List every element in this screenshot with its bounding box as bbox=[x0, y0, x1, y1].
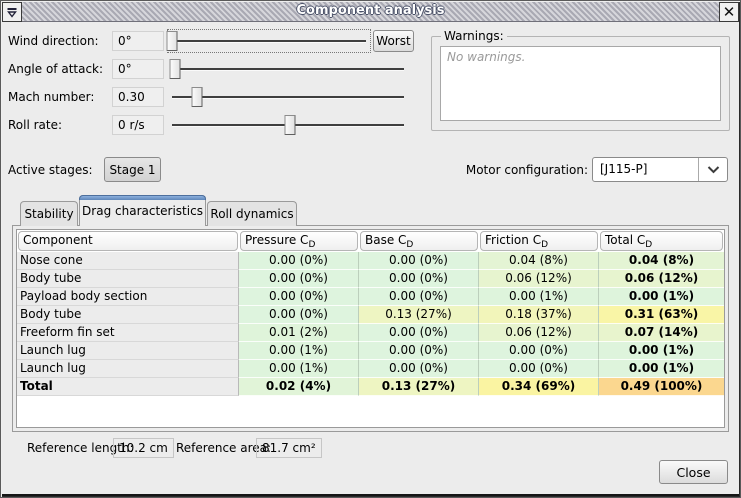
total-cd-cell: 0.04 (8%) bbox=[599, 252, 724, 270]
roll-rate-label: Roll rate: bbox=[8, 114, 62, 136]
component-name-cell: Launch lug bbox=[17, 342, 239, 360]
close-button[interactable]: Close bbox=[659, 460, 728, 484]
table-row[interactable]: Total 0.02 (4%) 0.13 (27%) 0.34 (69%) 0.… bbox=[17, 378, 724, 396]
pressure-cd-cell: 0.00 (1%) bbox=[239, 360, 359, 378]
friction-cd-cell: 0.00 (0%) bbox=[479, 360, 599, 378]
slider-thumb[interactable] bbox=[167, 31, 178, 51]
motor-configuration-value: [J115-P] bbox=[600, 158, 647, 181]
table-row[interactable]: Launch lug 0.00 (1%) 0.00 (0%) 0.00 (0%)… bbox=[17, 360, 724, 378]
total-cd-cell: 0.06 (12%) bbox=[599, 270, 724, 288]
motor-configuration-label: Motor configuration: bbox=[440, 158, 588, 182]
total-cd-cell: 0.31 (63%) bbox=[599, 306, 724, 324]
friction-cd-cell: 0.00 (0%) bbox=[479, 342, 599, 360]
close-icon: ✕ bbox=[723, 5, 736, 20]
drag-table-header: Component Pressure CD Base CD Friction C… bbox=[17, 230, 724, 252]
base-cd-cell: 0.00 (0%) bbox=[359, 324, 479, 342]
wind-direction-slider[interactable] bbox=[168, 30, 370, 52]
friction-cd-cell: 0.34 (69%) bbox=[479, 378, 599, 396]
tab-drag-characteristics-label: Drag characteristics bbox=[82, 204, 203, 218]
close-window-button[interactable]: ✕ bbox=[719, 2, 739, 22]
base-cd-cell: 0.00 (0%) bbox=[359, 270, 479, 288]
component-name-cell: Launch lug bbox=[17, 360, 239, 378]
worst-button[interactable]: Worst bbox=[373, 30, 414, 52]
angle-of-attack-slider[interactable] bbox=[168, 58, 408, 80]
slider-thumb[interactable] bbox=[191, 87, 202, 107]
header-total-cd[interactable]: Total CD bbox=[600, 231, 723, 251]
component-name-cell: Total bbox=[17, 378, 239, 396]
total-cd-cell: 0.00 (1%) bbox=[599, 288, 724, 306]
total-cd-cell: 0.49 (100%) bbox=[599, 378, 724, 396]
angle-of-attack-label: Angle of attack: bbox=[8, 58, 103, 80]
pressure-cd-cell: 0.02 (4%) bbox=[239, 378, 359, 396]
component-name-cell: Body tube bbox=[17, 306, 239, 324]
selected-tab-accent bbox=[79, 195, 206, 200]
table-row[interactable]: Body tube 0.00 (0%) 0.00 (0%) 0.06 (12%)… bbox=[17, 270, 724, 288]
slider-track bbox=[172, 68, 404, 70]
warnings-title: Warnings: bbox=[441, 29, 507, 43]
header-friction-cd[interactable]: Friction CD bbox=[480, 231, 598, 251]
header-component[interactable]: Component bbox=[18, 231, 238, 251]
window-title: Component analysis bbox=[2, 3, 739, 18]
table-row[interactable]: Payload body section 0.00 (0%) 0.00 (0%)… bbox=[17, 288, 724, 306]
no-warnings-text: No warnings. bbox=[447, 50, 525, 64]
base-cd-cell: 0.00 (0%) bbox=[359, 288, 479, 306]
table-row[interactable]: Freeform fin set 0.01 (2%) 0.00 (0%) 0.0… bbox=[17, 324, 724, 342]
table-row[interactable]: Body tube 0.00 (0%) 0.13 (27%) 0.18 (37%… bbox=[17, 306, 724, 324]
pressure-cd-cell: 0.00 (0%) bbox=[239, 306, 359, 324]
tab-drag-characteristics[interactable]: Drag characteristics bbox=[79, 195, 206, 226]
wind-direction-label: Wind direction: bbox=[8, 30, 99, 52]
total-cd-cell: 0.00 (1%) bbox=[599, 342, 724, 360]
motor-configuration-select[interactable]: [J115-P] bbox=[592, 157, 728, 182]
header-base-cd[interactable]: Base CD bbox=[360, 231, 478, 251]
slider-thumb[interactable] bbox=[285, 115, 296, 135]
base-cd-cell: 0.00 (0%) bbox=[359, 360, 479, 378]
total-cd-cell: 0.00 (1%) bbox=[599, 360, 724, 378]
warnings-group: Warnings: No warnings. bbox=[431, 36, 730, 131]
slider-thumb[interactable] bbox=[170, 59, 181, 79]
friction-cd-cell: 0.06 (12%) bbox=[479, 324, 599, 342]
pressure-cd-cell: 0.00 (0%) bbox=[239, 252, 359, 270]
reference-length-value: 10.2 cm bbox=[113, 438, 174, 458]
pressure-cd-cell: 0.01 (2%) bbox=[239, 324, 359, 342]
component-name-cell: Freeform fin set bbox=[17, 324, 239, 342]
pressure-cd-cell: 0.00 (0%) bbox=[239, 270, 359, 288]
wind-direction-field[interactable]: 0° bbox=[112, 31, 164, 51]
pressure-cd-cell: 0.00 (1%) bbox=[239, 342, 359, 360]
base-cd-cell: 0.13 (27%) bbox=[359, 378, 479, 396]
table-row[interactable]: Nose cone 0.00 (0%) 0.00 (0%) 0.04 (8%) … bbox=[17, 252, 724, 270]
roll-rate-field[interactable]: 0 r/s bbox=[112, 115, 164, 135]
stage-1-toggle-button[interactable]: Stage 1 bbox=[104, 157, 161, 182]
mach-number-slider[interactable] bbox=[168, 86, 408, 108]
mach-number-field[interactable]: 0.30 bbox=[112, 87, 164, 107]
friction-cd-cell: 0.04 (8%) bbox=[479, 252, 599, 270]
active-stages-label: Active stages: bbox=[8, 158, 93, 182]
tab-roll-dynamics[interactable]: Roll dynamics bbox=[207, 201, 297, 226]
drag-table: Component Pressure CD Base CD Friction C… bbox=[16, 229, 725, 428]
table-row[interactable]: Launch lug 0.00 (1%) 0.00 (0%) 0.00 (0%)… bbox=[17, 342, 724, 360]
friction-cd-cell: 0.06 (12%) bbox=[479, 270, 599, 288]
title-bar[interactable]: Component analysis ✕ bbox=[2, 2, 739, 22]
drag-table-body: Nose cone 0.00 (0%) 0.00 (0%) 0.04 (8%) … bbox=[17, 252, 724, 396]
tab-stability[interactable]: Stability bbox=[20, 201, 78, 226]
total-cd-cell: 0.07 (14%) bbox=[599, 324, 724, 342]
roll-rate-slider[interactable] bbox=[168, 114, 408, 136]
friction-cd-cell: 0.00 (1%) bbox=[479, 288, 599, 306]
mach-number-label: Mach number: bbox=[8, 86, 94, 108]
slider-track bbox=[172, 40, 366, 42]
component-analysis-dialog: Component analysis ✕ Wind direction: 0° … bbox=[0, 0, 741, 498]
slider-track bbox=[172, 96, 404, 98]
reference-area-value: 81.7 cm² bbox=[256, 438, 322, 458]
header-pressure-cd[interactable]: Pressure CD bbox=[240, 231, 358, 251]
warnings-list[interactable]: No warnings. bbox=[440, 46, 721, 121]
friction-cd-cell: 0.18 (37%) bbox=[479, 306, 599, 324]
angle-of-attack-field[interactable]: 0° bbox=[112, 59, 164, 79]
pressure-cd-cell: 0.00 (0%) bbox=[239, 288, 359, 306]
chevron-down-icon bbox=[707, 166, 720, 174]
base-cd-cell: 0.00 (0%) bbox=[359, 252, 479, 270]
base-cd-cell: 0.13 (27%) bbox=[359, 306, 479, 324]
component-name-cell: Nose cone bbox=[17, 252, 239, 270]
component-name-cell: Body tube bbox=[17, 270, 239, 288]
base-cd-cell: 0.00 (0%) bbox=[359, 342, 479, 360]
component-name-cell: Payload body section bbox=[17, 288, 239, 306]
